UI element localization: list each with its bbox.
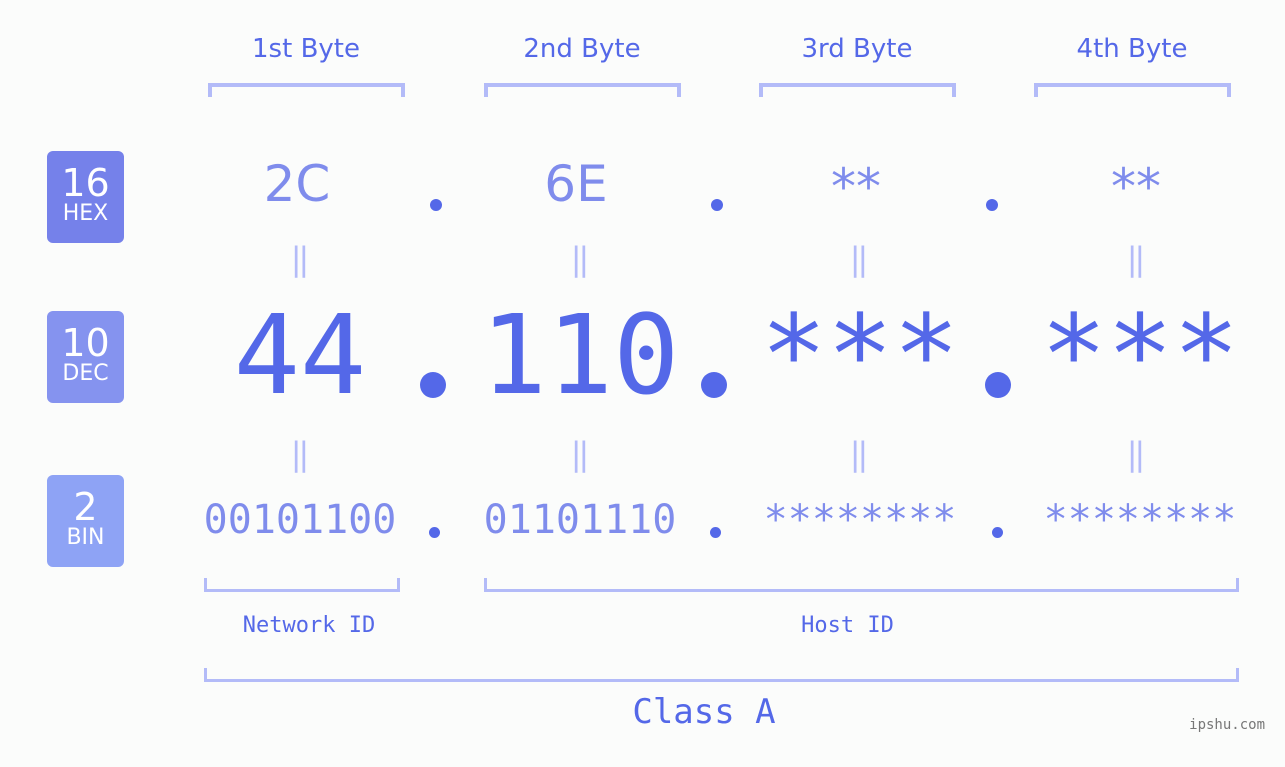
byte-title-4: 4th Byte xyxy=(1076,34,1188,64)
byte-title-2: 2nd Byte xyxy=(523,34,641,64)
equals-icon: ‖ xyxy=(1126,435,1146,473)
byte-bracket-2 xyxy=(484,83,681,97)
dec-value-3: *** xyxy=(760,291,960,419)
byte-title-1: 1st Byte xyxy=(252,34,360,64)
hex-separator-dot-3 xyxy=(986,199,998,211)
bin-value-2: 01101110 xyxy=(483,497,677,543)
dec-badge-label: DEC xyxy=(62,361,109,386)
bin-badge-number: 2 xyxy=(73,485,98,529)
hex-badge-label: HEX xyxy=(62,201,109,226)
byte-bracket-3 xyxy=(759,83,956,97)
dec-badge-number: 10 xyxy=(61,321,110,365)
byte-bracket-4 xyxy=(1034,83,1231,97)
hex-value-3: ** xyxy=(831,158,881,216)
network-id-label: Network ID xyxy=(242,613,376,638)
host-id-label: Host ID xyxy=(801,613,894,638)
hex-separator-dot-2 xyxy=(711,199,723,211)
equals-icon: ‖ xyxy=(290,240,310,278)
dec-separator-dot-2 xyxy=(701,372,727,398)
class-bracket xyxy=(204,668,1239,682)
bin-value-3: ******** xyxy=(763,497,957,543)
dec-badge: 10 DEC xyxy=(47,311,124,403)
equals-icon: ‖ xyxy=(570,435,590,473)
hex-value-1: 2C xyxy=(263,155,331,213)
network-id-bracket xyxy=(204,578,400,592)
equals-icon: ‖ xyxy=(849,435,869,473)
equals-icon: ‖ xyxy=(1126,240,1146,278)
dec-separator-dot-1 xyxy=(420,372,446,398)
equals-icon: ‖ xyxy=(849,240,869,278)
equals-icon: ‖ xyxy=(570,240,590,278)
watermark: ipshu.com xyxy=(1189,717,1265,733)
bin-badge-label: BIN xyxy=(66,525,105,550)
bin-value-1: 00101100 xyxy=(203,497,397,543)
equals-icon: ‖ xyxy=(290,435,310,473)
hex-value-2: 6E xyxy=(544,155,608,213)
bin-value-4: ******** xyxy=(1043,497,1237,543)
byte-bracket-1 xyxy=(208,83,405,97)
bin-badge: 2 BIN xyxy=(47,475,124,567)
hex-value-4: ** xyxy=(1111,158,1161,216)
bin-separator-dot-3 xyxy=(992,527,1003,538)
hex-badge-number: 16 xyxy=(61,161,110,205)
byte-title-3: 3rd Byte xyxy=(801,34,913,64)
class-label: Class A xyxy=(632,692,776,732)
dec-value-4: *** xyxy=(1040,291,1240,419)
bin-separator-dot-1 xyxy=(429,527,440,538)
hex-badge: 16 HEX xyxy=(47,151,124,243)
dec-value-2: 110 xyxy=(480,291,680,419)
dec-value-1: 44 xyxy=(233,291,367,419)
host-id-bracket xyxy=(484,578,1239,592)
dec-separator-dot-3 xyxy=(985,372,1011,398)
bin-separator-dot-2 xyxy=(710,527,721,538)
hex-separator-dot-1 xyxy=(430,199,442,211)
